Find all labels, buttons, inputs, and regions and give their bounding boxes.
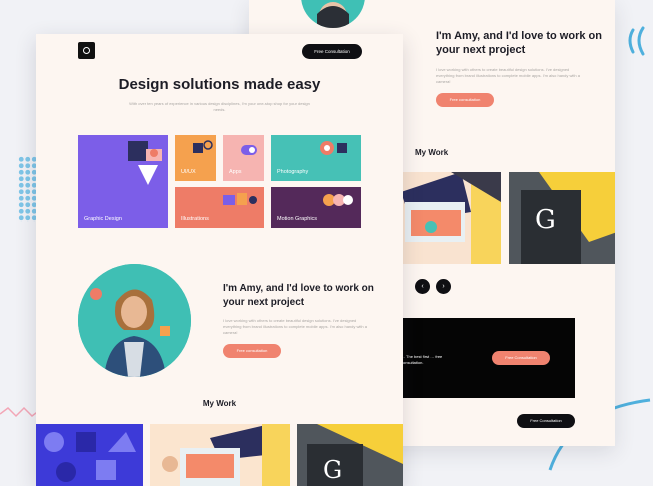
- tile-apps[interactable]: Apps: [223, 135, 264, 181]
- tile-label: Photography: [277, 169, 309, 175]
- intro-subtext: I love working with others to create bea…: [223, 318, 367, 335]
- tile-photography[interactable]: Photography: [271, 135, 361, 181]
- work-image-book: G: [509, 172, 615, 264]
- zigzag-decoration: [0, 406, 40, 418]
- front-page-preview: Free Consultation Design solutions made …: [36, 34, 403, 486]
- footer-consultation-button[interactable]: Free Consultation: [517, 414, 575, 428]
- nav-consultation-button[interactable]: Free Consultation: [302, 44, 362, 59]
- camera-icon: [320, 141, 347, 155]
- dot-grid-decoration: [18, 156, 38, 222]
- illustration-shapes-icon: [223, 193, 257, 205]
- tile-uiux[interactable]: UI/UX: [175, 135, 216, 181]
- avatar-partial: [301, 0, 365, 28]
- tile-graphic-design[interactable]: Graphic Design: [78, 135, 168, 228]
- bracket-decoration: [628, 26, 645, 56]
- free-consultation-button[interactable]: Free consultation: [436, 93, 494, 107]
- intro-heading: I'm Amy, and I'd love to work on your ne…: [223, 283, 374, 308]
- intro-subtext: I love working with others to create bea…: [436, 67, 580, 84]
- hero-subtitle: With over ten years of experience in var…: [129, 101, 310, 112]
- work-image-illustration: [401, 172, 501, 264]
- tile-label: Apps: [229, 169, 242, 175]
- graphic-shapes-icon: [128, 141, 162, 185]
- svg-text:G: G: [535, 205, 556, 235]
- my-work-title: My Work: [415, 148, 449, 157]
- work-image-illustration: [150, 424, 290, 486]
- tile-illustrations[interactable]: Illustrations: [175, 187, 264, 228]
- intro-heading: I'm Amy, and I'd love to work on your ne…: [436, 30, 602, 56]
- my-work-title: My Work: [202, 399, 237, 408]
- logo[interactable]: [78, 42, 95, 59]
- next-arrow-button[interactable]: ›: [436, 279, 451, 294]
- tile-motion-graphics[interactable]: Motion Graphics: [271, 187, 361, 228]
- uiux-shapes-icon: [193, 140, 213, 153]
- work-image-pattern: [36, 424, 143, 486]
- hero-title: Design solutions made easy: [118, 76, 321, 93]
- apps-shapes-icon: [241, 145, 257, 155]
- tile-label: Graphic Design: [84, 216, 122, 222]
- motion-shapes-icon: [323, 194, 353, 206]
- tile-label: Illustrations: [181, 216, 209, 222]
- prev-arrow-button[interactable]: ‹: [415, 279, 430, 294]
- work-image-book: G: [297, 424, 403, 486]
- portrait-photo: [78, 264, 191, 377]
- cta-banner-text: … The best first … free consultation.: [401, 354, 443, 365]
- tile-label: UI/UX: [181, 169, 196, 175]
- tile-label: Motion Graphics: [277, 216, 318, 222]
- banner-consultation-button[interactable]: Free Consultation: [492, 351, 550, 365]
- svg-text:G: G: [323, 456, 342, 484]
- free-consultation-button[interactable]: Free consultation: [223, 344, 281, 358]
